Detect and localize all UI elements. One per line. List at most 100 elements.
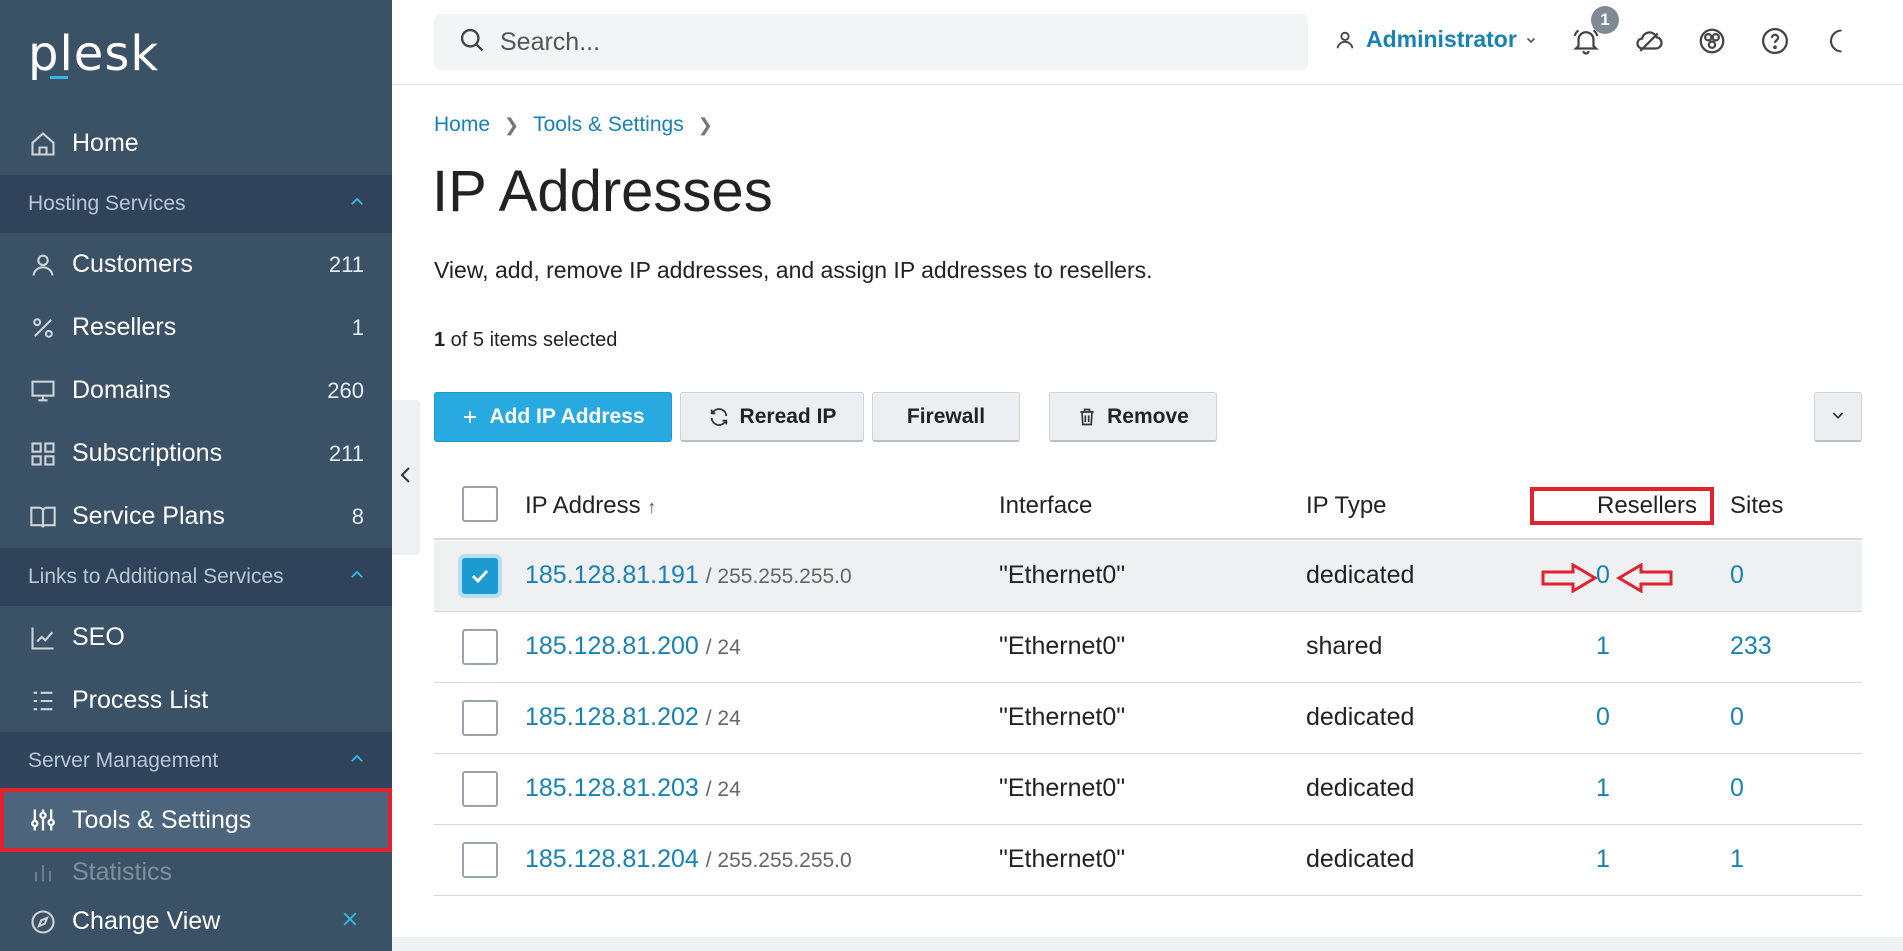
row-checkbox[interactable] [462,700,498,736]
sidebar-item-change-view[interactable]: Change View [0,892,392,951]
more-actions-dropdown[interactable] [1814,392,1862,442]
count-badge: 8 [351,503,364,529]
sidebar-item-label: Domains [72,376,171,404]
sidebar-item-home[interactable]: Home [0,112,392,175]
row-checkbox[interactable] [462,842,498,878]
plesk-logo[interactable]: plesk [28,26,159,82]
sidebar-item-process-list[interactable]: Process List [0,669,392,732]
sites-count-link[interactable]: 0 [1730,774,1744,803]
sidebar-item-subscriptions[interactable]: Subscriptions 211 [0,422,392,485]
resellers-highlight-box [1530,487,1714,525]
check-icon [471,569,489,584]
column-header-interface[interactable]: Interface [999,492,1092,520]
breadcrumb-home[interactable]: Home [434,113,490,137]
search-input[interactable] [500,27,1280,57]
sort-arrow-icon: ↑ [647,497,657,517]
sidebar-item-seo[interactable]: SEO [0,606,392,669]
ip-type-cell: dedicated [1306,845,1415,873]
ip-type-cell: dedicated [1306,561,1415,589]
sidebar-item-label: Service Plans [72,502,225,530]
table-row[interactable]: 185.128.81.200 / 24 "Ethernet0" shared 1… [434,612,1862,683]
subnet-mask: / 24 [705,636,741,659]
section-hosting-services[interactable]: Hosting Services [0,175,392,233]
table-row[interactable]: 185.128.81.204 / 255.255.255.0 "Ethernet… [434,825,1862,896]
sites-count-link[interactable]: 0 [1730,703,1744,732]
sidebar-item-tools-settings[interactable]: Tools & Settings [0,788,392,852]
sidebar-item-label: Process List [72,686,209,714]
ip-address-link[interactable]: 185.128.81.203 [525,774,699,802]
add-ip-address-button[interactable]: Add IP Address [434,392,672,442]
chevron-up-icon [348,750,366,774]
interface-cell: "Ethernet0" [999,632,1126,660]
dark-mode-toggle[interactable] [1821,26,1855,60]
selected-count: 1 [434,329,446,351]
chevron-left-icon [399,465,413,490]
sites-count-link[interactable]: 0 [1730,561,1744,590]
percent-icon [28,313,58,343]
reread-ip-button[interactable]: Reread IP [680,392,864,442]
search-box[interactable] [434,14,1308,70]
breadcrumb-tools-settings[interactable]: Tools & Settings [533,113,684,137]
sidebar-item-domains[interactable]: Domains 260 [0,359,392,422]
page-title: IP Addresses [432,159,773,224]
column-header-ip-type[interactable]: IP Type [1306,492,1387,520]
button-label: Reread IP [739,404,837,428]
sites-count-link[interactable]: 233 [1730,632,1772,661]
home-icon [28,129,58,159]
cloud-button[interactable] [1632,26,1666,60]
table-row[interactable]: 185.128.81.203 / 24 "Ethernet0" dedicate… [434,754,1862,825]
sidebar-collapse-toggle[interactable] [392,400,420,555]
section-server-management[interactable]: Server Management [0,732,392,790]
close-icon[interactable] [340,907,360,936]
section-label: Hosting Services [28,192,186,215]
ip-address-link[interactable]: 185.128.81.204 [525,845,699,873]
ip-address-link[interactable]: 185.128.81.191 [525,561,699,589]
count-badge: 211 [328,440,364,466]
arrow-left-annotation-icon [1616,563,1673,593]
sidebar-item-customers[interactable]: Customers 211 [0,233,392,296]
interface-cell: "Ethernet0" [999,845,1126,873]
resellers-count-link[interactable]: 1 [1596,845,1610,874]
column-header-ip-address[interactable]: IP Address ↑ [525,492,656,520]
resellers-count-link[interactable]: 0 [1596,561,1610,590]
support-button[interactable] [1695,26,1729,60]
remove-button[interactable]: Remove [1049,392,1217,442]
sidebar-item-label: SEO [72,623,125,651]
sidebar-item-label: Change View [72,907,221,935]
resellers-count-link[interactable]: 0 [1596,703,1610,732]
row-checkbox[interactable] [462,629,498,665]
select-all-checkbox[interactable] [462,486,498,522]
sidebar-item-label: Subscriptions [72,439,223,467]
row-checkbox[interactable] [462,771,498,807]
sidebar-item-service-plans[interactable]: Service Plans 8 [0,485,392,548]
section-links-additional-services[interactable]: Links to Additional Services [0,548,392,606]
sites-count-link[interactable]: 1 [1730,845,1744,874]
table-row[interactable]: 185.128.81.202 / 24 "Ethernet0" dedicate… [434,683,1862,754]
notification-count-badge: 1 [1591,6,1619,34]
interface-cell: "Ethernet0" [999,774,1126,802]
resellers-count-link[interactable]: 1 [1596,774,1610,803]
resellers-count-link[interactable]: 1 [1596,632,1610,661]
chevron-up-icon [348,566,366,590]
sidebar-item-label: Customers [72,250,193,278]
ip-address-link[interactable]: 185.128.81.202 [525,703,699,731]
sidebar-item-resellers[interactable]: Resellers 1 [0,296,392,359]
trash-icon [1077,406,1097,428]
count-badge: 1 [351,314,364,340]
grid-icon [28,439,58,469]
sliders-icon [28,805,58,835]
book-icon [28,502,58,532]
subnet-mask: / 255.255.255.0 [705,565,852,588]
ip-address-link[interactable]: 185.128.81.200 [525,632,699,660]
firewall-button[interactable]: Firewall [872,392,1020,442]
row-checkbox[interactable] [462,558,498,594]
table-row[interactable]: 185.128.81.191 / 255.255.255.0 "Ethernet… [434,541,1862,612]
logo-accent [50,76,68,79]
sidebar-item-label: Home [72,129,139,157]
breadcrumb: Home ❯ Tools & Settings ❯ [434,113,727,137]
user-menu[interactable]: Administrator [1334,26,1537,53]
help-button[interactable] [1758,26,1792,60]
sidebar-item-statistics[interactable]: Statistics [0,852,392,892]
column-header-sites[interactable]: Sites [1730,492,1783,520]
chevron-up-icon [348,193,366,217]
